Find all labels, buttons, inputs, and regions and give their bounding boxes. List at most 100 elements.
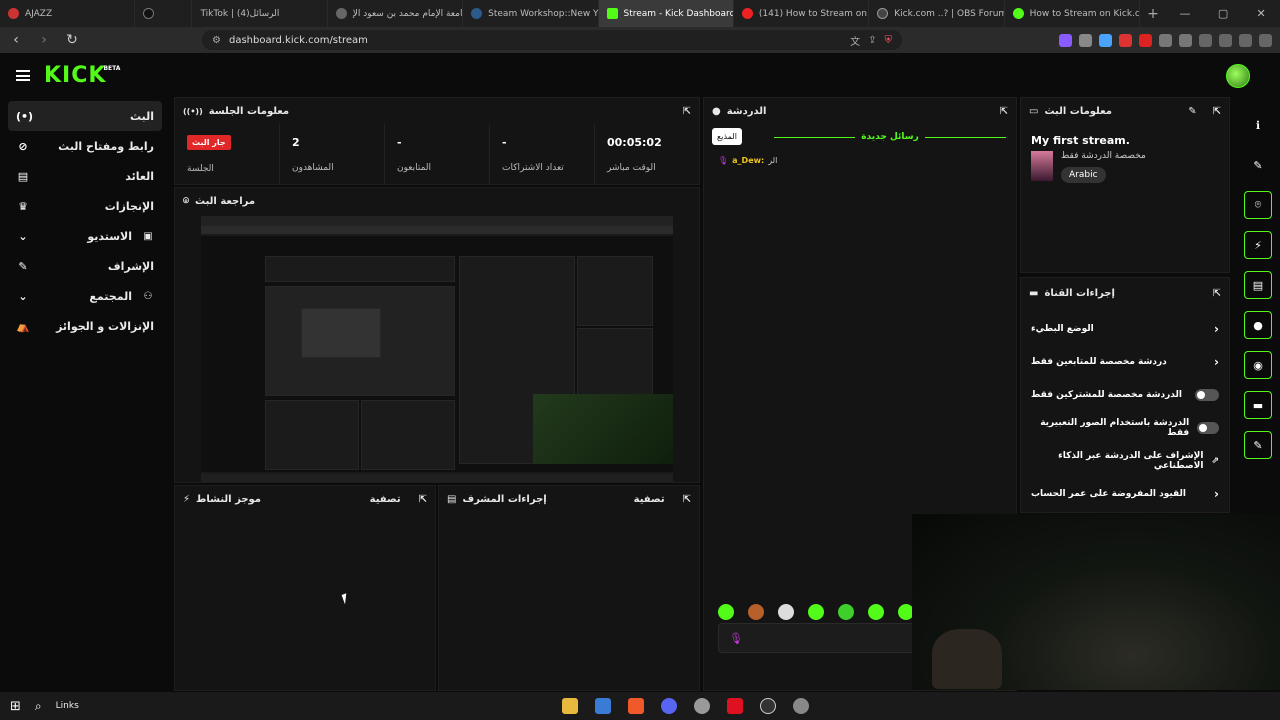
browser-tab[interactable]: Steam Workshop::New York Ci... [463, 0, 599, 27]
browser-tab[interactable] [135, 0, 193, 27]
mod-actions-panel: ▤ إجراءات المشرف تصفية ⇱ [438, 485, 700, 691]
search-icon[interactable]: ⌕ [35, 699, 42, 714]
expand-icon[interactable]: ⇱ [683, 494, 691, 505]
back-icon[interactable]: ‹ [8, 32, 24, 48]
sidebar-item-revenue[interactable]: ▤ العائد [8, 161, 162, 191]
emote-icon[interactable] [778, 604, 794, 620]
expand-icon[interactable]: ⇱ [1213, 288, 1221, 299]
wallet-icon[interactable] [1239, 33, 1252, 47]
expand-icon[interactable]: ⇱ [419, 494, 427, 505]
channel-toggle-icon[interactable]: ▬ [1244, 391, 1272, 419]
extension-icon[interactable] [1099, 33, 1112, 47]
edit-icon[interactable]: ✎ [1244, 151, 1272, 179]
emote-icon[interactable] [868, 604, 884, 620]
user-avatar[interactable] [1226, 64, 1250, 88]
kick-logo[interactable]: KICK BETA [44, 63, 120, 88]
slow-mode-row[interactable]: الوضع البطيء › [1021, 312, 1229, 345]
emotes-only-toggle[interactable] [1197, 421, 1219, 434]
browser-tab-active[interactable]: Stream - Kick Dashboard✕ [598, 0, 734, 27]
new-tab-button[interactable]: + [1140, 0, 1166, 27]
chat-input[interactable]: 🎙 [718, 623, 918, 653]
maximize-icon[interactable]: ▢ [1204, 0, 1242, 27]
emote-icon[interactable] [838, 604, 854, 620]
expand-icon[interactable]: ⇱ [683, 106, 691, 117]
browser-tab[interactable]: (141) How to Stream on Kick in... [734, 0, 870, 27]
stream-preview-video[interactable] [201, 216, 673, 482]
sidebar-item-achievements[interactable]: ♛ الإنجازات [8, 191, 162, 221]
chevron-right-icon: › [1214, 486, 1219, 501]
close-window-icon[interactable]: ✕ [1242, 0, 1280, 27]
stream-info-panel: ▭ معلومات البث ✎ ⇱ My first stream. مخصص… [1020, 97, 1230, 273]
emote-icon[interactable] [808, 604, 824, 620]
extension-icon[interactable] [1159, 33, 1172, 47]
extension-icon[interactable] [1119, 33, 1132, 47]
sidebar: (•) البث ⊘ رابط ومفتاح البث ▤ العائد ♛ الإنج… [0, 101, 168, 341]
expand-icon[interactable]: ⇱ [1000, 106, 1008, 117]
chat-message[interactable]: 🎙 a_Dew: الر [718, 156, 777, 165]
account-age-row[interactable]: القيود المفروضة على عمر الحساب › [1021, 477, 1229, 510]
extension-icon[interactable] [1179, 33, 1192, 47]
file-explorer-icon[interactable] [562, 698, 578, 714]
wrench-toggle-icon[interactable]: ✎ [1244, 431, 1272, 459]
app-icon[interactable] [694, 698, 710, 714]
browser-tab[interactable]: How to Stream on Kick.com | K... [1005, 0, 1140, 27]
menu-icon[interactable] [1259, 33, 1272, 47]
media-icon[interactable] [1199, 33, 1212, 47]
steam-icon [471, 8, 483, 19]
browser-tab[interactable]: Kick.com ..? | OBS Forums [869, 0, 1005, 27]
sidebar-item-drops[interactable]: ⛺ الإنزالات و الجوائز [8, 311, 162, 341]
edit-icon[interactable]: ✎ [1188, 106, 1196, 117]
app-icon[interactable] [727, 698, 743, 714]
share-icon[interactable]: ⇪ [868, 35, 876, 46]
bolt-toggle-icon[interactable]: ⚡ [1244, 231, 1272, 259]
camera-icon: ⌾ [183, 195, 189, 207]
browser-tab[interactable]: جامعة الإمام محمد بن سعود الإ... [328, 0, 464, 27]
ai-moderation-row[interactable]: الإشراف على الدردشة عبر الذكاء الاصطناعي… [1021, 444, 1229, 477]
broadcast-toggle-icon[interactable]: ◉ [1244, 351, 1272, 379]
browser-tab[interactable]: AJAZZ [0, 0, 136, 27]
emote-icon[interactable] [718, 604, 734, 620]
window-controls: — ▢ ✕ [1166, 0, 1280, 27]
followers-only-row[interactable]: دردشة مخصصة للمتابعين فقط › [1021, 345, 1229, 378]
brave-icon[interactable] [628, 698, 644, 714]
store-icon[interactable] [595, 698, 611, 714]
extension-icon[interactable] [1059, 33, 1072, 47]
settings-icon[interactable] [793, 698, 809, 714]
brave-shield-icon[interactable]: ⛨ [885, 35, 893, 46]
chat-toggle-icon[interactable]: ● [1244, 311, 1272, 339]
extension-icon[interactable] [1079, 33, 1092, 47]
filter-button[interactable]: تصفية [370, 494, 401, 505]
drops-icon: ⛺ [16, 319, 30, 333]
url-field[interactable]: ⚙ dashboard.kick.com/stream 文 ⇪ ⛨ [202, 30, 902, 50]
hamburger-menu-icon[interactable] [16, 69, 30, 81]
sidebar-item-moderation[interactable]: ✎ الإشراف [8, 251, 162, 281]
panel-header: ⌾ مراجعة البث [183, 195, 256, 207]
sidebar-item-studio[interactable]: ⌄ الاستديو ▣ [8, 221, 162, 251]
translate-icon[interactable]: 文 [850, 33, 860, 48]
sidebar-toggle-icon[interactable] [1219, 33, 1232, 47]
minimize-icon[interactable]: — [1166, 0, 1204, 27]
sidebar-item-stream-key[interactable]: ⊘ رابط ومفتاح البث [8, 131, 162, 161]
obs-icon[interactable] [760, 698, 776, 714]
discord-icon[interactable] [661, 698, 677, 714]
site-info-icon[interactable]: ⚙ [212, 35, 221, 46]
log-toggle-icon[interactable]: ▤ [1244, 271, 1272, 299]
camera-toggle-icon[interactable]: ⌾ [1244, 191, 1272, 219]
language-badge: Arabic [1061, 167, 1106, 183]
forward-icon[interactable]: › [36, 32, 52, 48]
expand-icon[interactable]: ⇱ [1213, 106, 1221, 117]
session-stats: جار البث الجلسة 2 المشاهدون - المتابعون - تع… [175, 124, 699, 184]
extension-icon[interactable] [1139, 33, 1152, 47]
session-info-panel: ((•)) معلومات الجلسة ⇱ جار البث الجلسة 2ا… [174, 97, 700, 185]
filter-button[interactable]: تصفية [634, 494, 665, 505]
subscribers-only-toggle[interactable] [1195, 388, 1219, 401]
reload-icon[interactable]: ↻ [64, 32, 80, 48]
info-icon[interactable]: ℹ [1244, 111, 1272, 139]
emote-icon[interactable] [748, 604, 764, 620]
sidebar-item-community[interactable]: ⌄ المجتمع ⚇ [8, 281, 162, 311]
browser-tab[interactable]: TikTok | الرسائل(4) [192, 0, 328, 27]
windows-start-icon[interactable]: ⊞ [10, 699, 21, 714]
sidebar-item-stream[interactable]: (•) البث [8, 101, 162, 131]
chevron-right-icon: › [1214, 354, 1219, 369]
live-badge: جار البث [187, 134, 231, 150]
